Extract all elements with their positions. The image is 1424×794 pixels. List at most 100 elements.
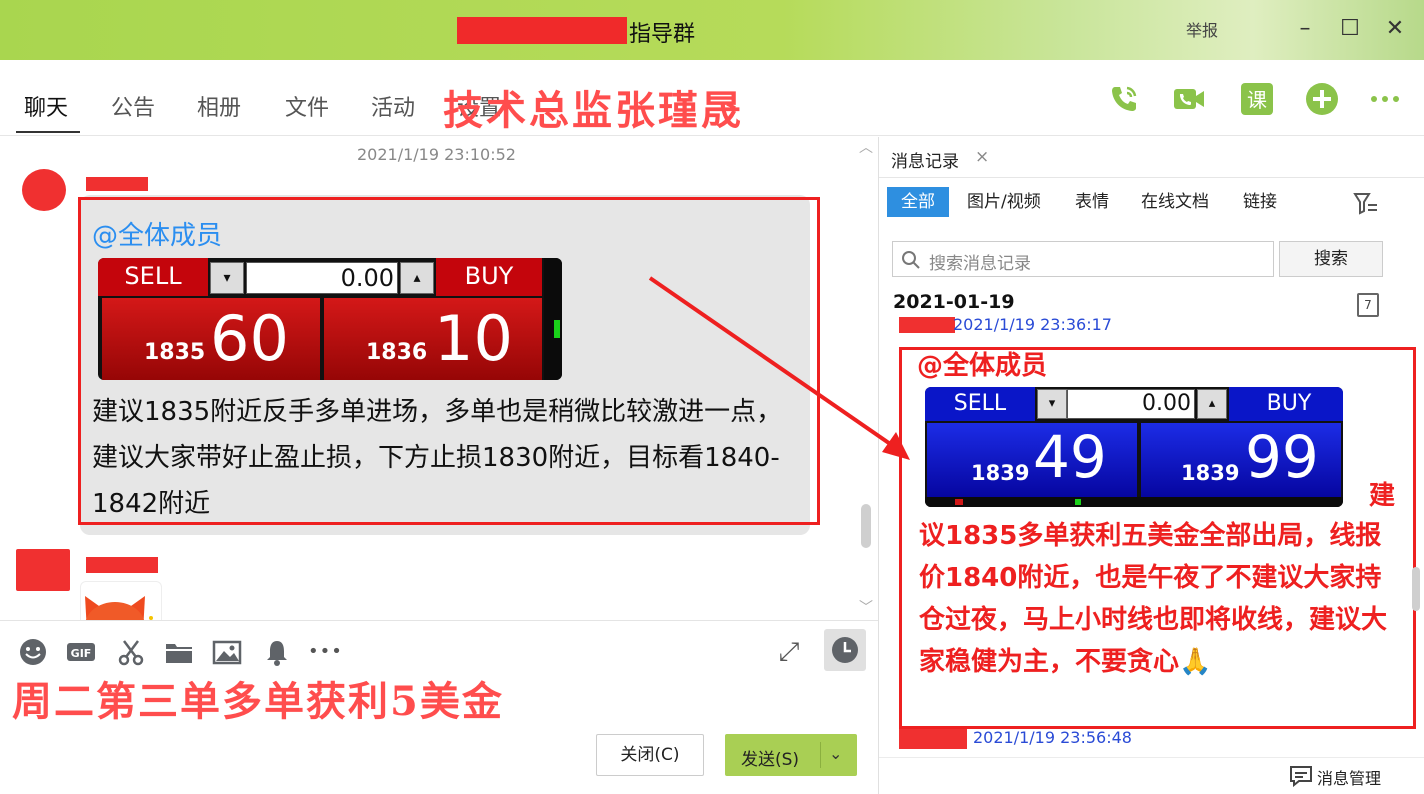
scroll-up-icon[interactable]: ︿	[859, 137, 873, 157]
folder-icon[interactable]	[164, 637, 194, 667]
filter-media[interactable]: 图片/视频	[967, 187, 1041, 217]
group-tabs: 聊天 公告 相册 文件 活动 设置 技术总监张瑾晟 课	[0, 60, 1424, 136]
search-button[interactable]: 搜索	[1279, 241, 1383, 277]
sell-price-big: 60	[210, 302, 289, 375]
tab-announcement[interactable]: 公告	[111, 90, 155, 122]
sell-price-small: 1839	[971, 461, 1030, 485]
tab-album[interactable]: 相册	[197, 90, 241, 122]
buy-label: BUY	[464, 262, 514, 290]
close-button[interactable]: 关闭(C)	[596, 734, 704, 776]
sender-name-redacted	[899, 317, 955, 333]
message-history-panel: 消息记录 × 全部 图片/视频 表情 在线文档 链接 搜索消息记录 搜索 202…	[879, 137, 1424, 794]
tab-chat[interactable]: 聊天	[24, 90, 68, 122]
mention-all: @全体成员	[917, 351, 1048, 381]
maximize-button[interactable]: ☐	[1335, 14, 1365, 44]
sell-label: SELL	[124, 262, 182, 290]
entry-timestamp: 2021/1/19 23:56:48	[973, 728, 1132, 747]
tab-files[interactable]: 文件	[285, 90, 329, 122]
more-icon[interactable]	[1368, 82, 1402, 116]
send-button[interactable]: 发送(S) ⌄	[725, 734, 857, 776]
emoji-icon[interactable]	[18, 637, 48, 667]
entry-text-start: 建	[1369, 481, 1396, 511]
filter-links[interactable]: 链接	[1243, 187, 1277, 217]
bell-icon[interactable]	[262, 637, 292, 667]
filter-all[interactable]: 全部	[887, 187, 949, 217]
add-icon[interactable]	[1305, 82, 1339, 116]
clock-icon	[832, 637, 858, 663]
sell-price-big: 49	[1033, 423, 1107, 491]
expand-icon[interactable]: ⤢	[774, 637, 804, 667]
amount-value: 0.00	[340, 264, 394, 292]
fox-sticker-icon	[85, 596, 153, 620]
redacted-group-name	[457, 17, 627, 44]
video-call-icon[interactable]	[1172, 82, 1206, 116]
window-title: 指导群	[629, 22, 696, 47]
history-date: 2021-01-19	[893, 291, 1015, 313]
message-manage-button[interactable]: 消息管理	[1317, 765, 1381, 789]
send-label: 发送(S)	[741, 750, 800, 770]
mini-chart-strip	[544, 258, 562, 380]
trade-widget-screenshot: SELL ▾ 0.00 ▴ BUY 1839 49 1839 99	[925, 387, 1343, 507]
sell-price-small: 1835	[144, 340, 206, 365]
candle-mark	[1075, 499, 1081, 505]
more-tools-icon[interactable]: •••	[308, 637, 342, 667]
mini-chart-strip	[925, 497, 1343, 507]
buy-price-small: 1836	[366, 340, 428, 365]
amount-value: 0.00	[1142, 391, 1191, 416]
gif-icon[interactable]: GIF	[66, 637, 96, 667]
search-icon	[902, 251, 920, 269]
sender-name-redacted	[899, 729, 967, 749]
sender-name-redacted	[86, 177, 148, 191]
history-toggle-button[interactable]	[824, 629, 866, 671]
close-tab-icon[interactable]: ×	[975, 147, 989, 167]
chat-scrollbar[interactable]	[861, 504, 871, 548]
sender-name-redacted	[86, 557, 158, 573]
class-icon[interactable]: 课	[1240, 82, 1274, 116]
history-tab[interactable]: 消息记录	[891, 147, 959, 172]
scissors-icon[interactable]	[116, 637, 146, 667]
entry-text: 议1835多单获利五美金全部出局，线报价1840附近，也是午夜了不建议大家持仓过…	[919, 521, 1388, 677]
decrease-arrow-icon: ▾	[1037, 389, 1067, 419]
tab-divider	[879, 177, 1424, 178]
filter-docs[interactable]: 在线文档	[1141, 187, 1209, 217]
trade-widget-screenshot: SELL ▾ 0.00 ▴ BUY 1835 60 1836 10	[98, 258, 562, 380]
buy-label: BUY	[1266, 391, 1312, 416]
sticker-image[interactable]	[80, 581, 162, 620]
history-scrollbar[interactable]	[1412, 567, 1420, 611]
footer-divider	[879, 757, 1424, 758]
entry-timestamp: 2021/1/19 23:36:17	[953, 315, 1112, 334]
search-placeholder: 搜索消息记录	[929, 254, 1031, 274]
minimize-button[interactable]: –	[1290, 14, 1320, 44]
buy-price-small: 1839	[1181, 461, 1240, 485]
image-icon[interactable]	[212, 637, 242, 667]
message-manage-icon[interactable]	[1289, 765, 1313, 787]
decrease-arrow-icon: ▾	[210, 262, 244, 294]
search-input[interactable]: 搜索消息记录	[892, 241, 1274, 277]
increase-arrow-icon: ▴	[400, 262, 434, 294]
calendar-icon[interactable]: 7	[1357, 293, 1379, 317]
filter-icon[interactable]	[1353, 191, 1379, 215]
phone-icon[interactable]	[1107, 82, 1141, 116]
input-area: GIF ••• ⤢ 周二第三单多单获利5美金 关闭(C) 发送(S) ⌄	[0, 620, 878, 794]
report-button[interactable]: 举报	[1186, 17, 1218, 41]
chat-area[interactable]: 2021/1/19 23:10:52 @全体成员 SELL ▾ 0.00 ▴ B…	[0, 137, 878, 620]
buy-price-big: 99	[1245, 423, 1319, 491]
chevron-down-icon[interactable]: ⌄	[829, 744, 842, 763]
candle-mark	[955, 499, 963, 505]
increase-arrow-icon: ▴	[1197, 389, 1227, 419]
buy-price-big: 10	[434, 302, 513, 375]
filter-emoji[interactable]: 表情	[1075, 187, 1109, 217]
scroll-down-icon[interactable]: ﹀	[859, 597, 873, 617]
send-divider	[820, 742, 821, 768]
svg-text:GIF: GIF	[71, 647, 92, 660]
close-window-button[interactable]: ✕	[1380, 14, 1410, 44]
sell-label: SELL	[953, 391, 1007, 416]
avatar[interactable]	[16, 549, 70, 591]
mention-all: @全体成员	[92, 221, 223, 251]
active-tab-indicator	[16, 131, 80, 133]
title-bar: 指导群 举报 – ☐ ✕	[0, 0, 1424, 60]
tab-activity[interactable]: 活动	[371, 90, 415, 122]
message-timestamp: 2021/1/19 23:10:52	[357, 145, 516, 164]
avatar[interactable]	[22, 169, 66, 211]
svg-text:课: 课	[1247, 88, 1267, 112]
